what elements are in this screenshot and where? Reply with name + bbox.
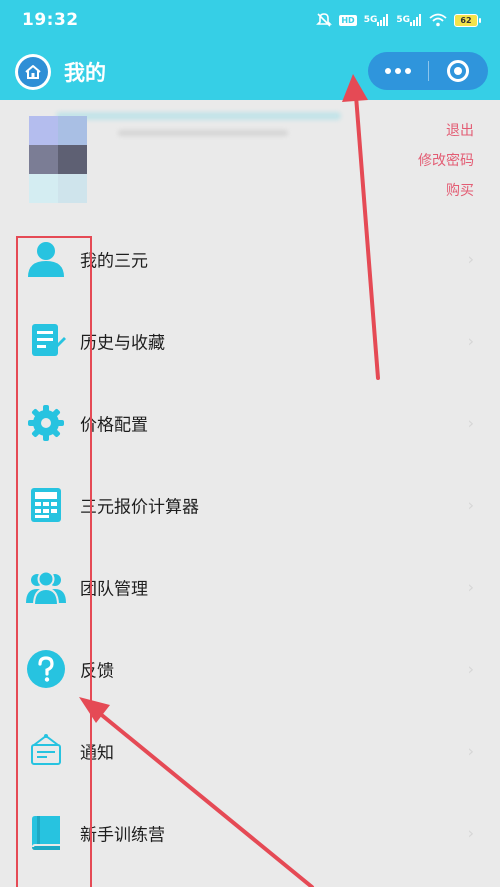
chevron-right-icon: › [467,659,474,679]
status-icons: HD 5G 5G 62 [316,12,481,28]
more-dots-icon [384,68,411,74]
home-icon [18,57,48,87]
mini-program-capsule [368,52,488,90]
chevron-right-icon: › [467,741,474,761]
chevron-right-icon: › [467,577,474,597]
profile-section: 退出 修改密码 购买 [0,100,500,218]
chevron-right-icon: › [467,331,474,351]
chevron-right-icon: › [467,823,474,843]
nav-bar: 我的 [0,48,500,94]
battery-icon: 62 [454,13,481,27]
status-bar: 19:32 HD 5G 5G 62 [0,0,500,40]
buy-link[interactable]: 购买 [446,180,474,200]
logout-link[interactable]: 退出 [446,120,474,140]
page-title: 我的 [64,61,106,85]
signal-5g-2-icon: 5G [396,12,422,28]
annotation-highlight-box [16,236,92,887]
close-target-button[interactable] [428,52,488,90]
blurred-account-info [118,130,288,136]
menu-item-label: 三元报价计算器 [80,497,199,518]
hd-icon: HD [339,14,357,26]
more-button[interactable] [368,52,428,90]
blurred-username [56,112,341,120]
menu-item-label: 新手训练营 [80,825,165,846]
avatar[interactable] [29,116,87,203]
home-button[interactable] [15,54,51,90]
signal-5g-icon: 5G [364,12,390,28]
chevron-right-icon: › [467,495,474,515]
chevron-right-icon: › [467,249,474,269]
wifi-icon [429,12,447,28]
target-icon [447,60,470,82]
chevron-right-icon: › [467,413,474,433]
header: 19:32 HD 5G 5G 62 我的 [0,0,500,100]
menu-item-label: 历史与收藏 [80,333,165,354]
status-time: 19:32 [22,10,79,30]
mute-icon [316,12,333,28]
change-password-link[interactable]: 修改密码 [418,150,474,170]
